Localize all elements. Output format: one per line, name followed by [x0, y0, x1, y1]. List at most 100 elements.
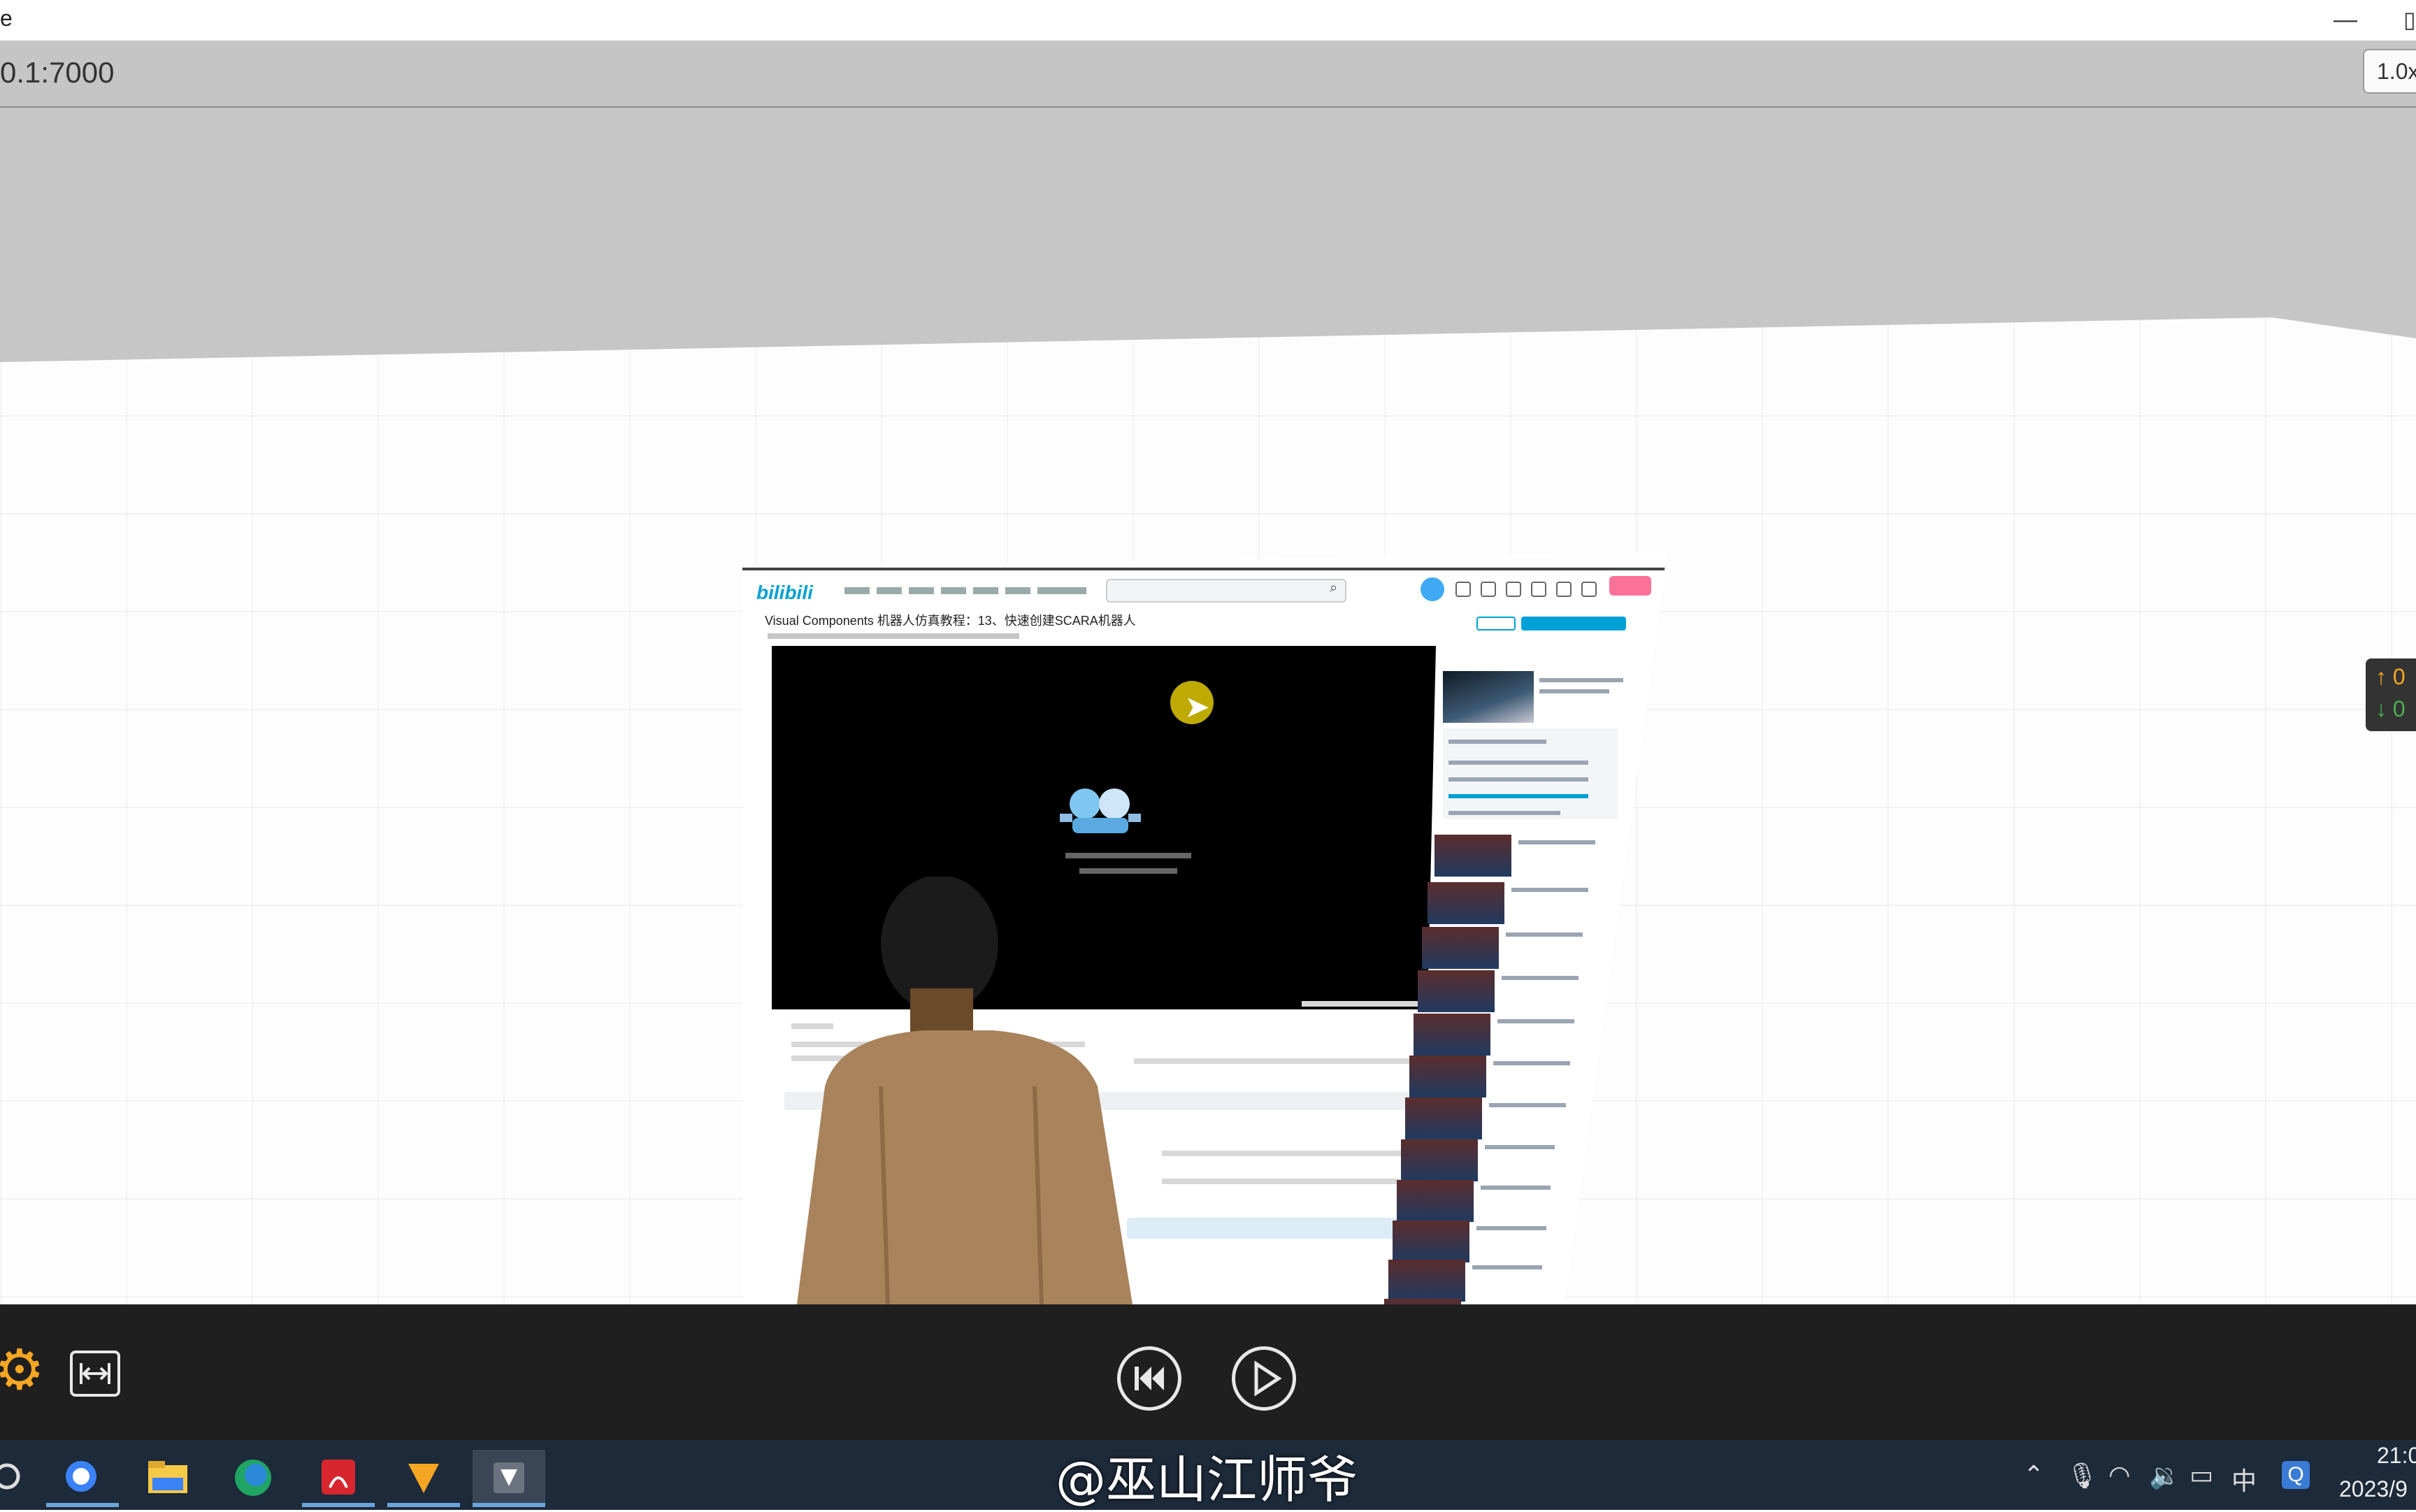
- nav-icon[interactable]: [1506, 582, 1521, 597]
- recommend-thumb[interactable]: [1405, 1097, 1482, 1139]
- playlist-item[interactable]: [1448, 777, 1588, 782]
- nav-item[interactable]: [844, 587, 870, 594]
- battery-icon[interactable]: ▭: [2190, 1461, 2213, 1490]
- search-icon[interactable]: ⌕: [1330, 580, 1337, 596]
- nav-item[interactable]: [909, 587, 934, 594]
- playlist-title: [1448, 740, 1546, 744]
- recommend-thumb[interactable]: [1434, 835, 1511, 877]
- nav-icon[interactable]: [1531, 582, 1546, 597]
- nav-item[interactable]: [941, 587, 966, 594]
- play-glyph: [1254, 1360, 1282, 1397]
- nav-icon[interactable]: [1455, 582, 1471, 597]
- recommend-title[interactable]: [1506, 933, 1583, 937]
- screen-frame-edge: [742, 568, 1665, 570]
- recommend-title[interactable]: [1472, 1265, 1542, 1269]
- url-field[interactable]: 0.1:7000: [0, 56, 115, 89]
- comment-line: [1162, 1179, 1400, 1184]
- fit-width-icon[interactable]: [70, 1351, 120, 1397]
- loading-mascot-icon: [1060, 789, 1141, 833]
- sidebar-featured-thumb[interactable]: [1443, 671, 1534, 723]
- play-icon[interactable]: [1232, 1346, 1296, 1411]
- skip-back-icon[interactable]: [1117, 1346, 1181, 1411]
- active-app-icon[interactable]: [473, 1450, 545, 1507]
- site-search-input[interactable]: [1106, 579, 1346, 603]
- recommend-thumb[interactable]: [1409, 1056, 1486, 1097]
- gear-icon[interactable]: ⚙: [0, 1342, 45, 1398]
- recommend-title[interactable]: [1518, 840, 1595, 844]
- tag-row[interactable]: [1134, 1058, 1428, 1064]
- vc-app-icon[interactable]: [387, 1450, 460, 1507]
- mouse-cursor-icon: ➤: [1184, 690, 1210, 724]
- recommend-thumb[interactable]: [1401, 1139, 1478, 1181]
- network-speed-badge: ↑ 0 ↓ 0: [2366, 658, 2416, 731]
- file-explorer-icon[interactable]: [131, 1450, 204, 1507]
- avatar[interactable]: [1421, 577, 1444, 601]
- recommend-title[interactable]: [1511, 888, 1588, 892]
- clock-date[interactable]: 2023/9: [2339, 1476, 2408, 1502]
- recommend-thumb[interactable]: [1388, 1260, 1465, 1302]
- watermark-text: @巫山江师爷: [1056, 1450, 1358, 1509]
- edge-browser-icon[interactable]: [217, 1450, 289, 1507]
- sidebar-text: [1539, 678, 1623, 682]
- ime-indicator[interactable]: 中: [2231, 1461, 2257, 1497]
- wifi-icon[interactable]: ◠: [2108, 1461, 2130, 1490]
- video-title: Visual Components 机器人仿真教程：13、快速创建SCARA机器…: [765, 614, 1136, 628]
- zoom-button[interactable]: 1.0x: [2363, 49, 2416, 94]
- pdf-glyph: [322, 1460, 355, 1495]
- search-app-icon[interactable]: [46, 1450, 119, 1507]
- download-speed: ↓ 0: [2375, 696, 2406, 721]
- recommend-title[interactable]: [1489, 1103, 1566, 1107]
- playlist-panel[interactable]: [1443, 728, 1618, 819]
- nav-item[interactable]: [1005, 587, 1030, 594]
- chevron-up-icon[interactable]: ⌃: [2023, 1461, 2044, 1490]
- playlist-item-active[interactable]: [1448, 794, 1588, 798]
- input-method-icon[interactable]: Q: [2282, 1461, 2310, 1489]
- skip-back-glyph: [1135, 1367, 1164, 1390]
- start-icon[interactable]: [0, 1450, 38, 1507]
- recommend-title[interactable]: [1502, 976, 1579, 980]
- nav-icon[interactable]: [1556, 582, 1572, 597]
- start-glyph: [0, 1463, 20, 1490]
- clock-time[interactable]: 21:01: [2377, 1443, 2416, 1469]
- recommend-title[interactable]: [1476, 1226, 1546, 1230]
- avatar-character: [797, 877, 1132, 1304]
- nav-icon[interactable]: [1581, 582, 1597, 597]
- loading-text: [1079, 868, 1177, 874]
- folder-glyph: [148, 1461, 187, 1493]
- recommend-thumb[interactable]: [1397, 1180, 1474, 1222]
- active-app-glyph: [494, 1462, 524, 1493]
- recommend-title[interactable]: [1481, 1186, 1551, 1190]
- charge-button[interactable]: [1476, 617, 1516, 631]
- recommend-thumb[interactable]: [1422, 927, 1499, 969]
- recommend-thumb[interactable]: [1428, 882, 1504, 924]
- window-titlebar: e — ▯: [0, 0, 2416, 41]
- recommend-title[interactable]: [1493, 1061, 1570, 1065]
- microphone-icon[interactable]: 🎙: [2066, 1461, 2099, 1490]
- nav-item[interactable]: [973, 587, 998, 594]
- recommend-title[interactable]: [1497, 1019, 1574, 1023]
- bilibili-logo[interactable]: bilibili: [756, 582, 813, 604]
- recommend-thumb[interactable]: [1384, 1299, 1461, 1304]
- recommend-title[interactable]: [1485, 1145, 1555, 1149]
- 3d-viewport[interactable]: bilibili ⌕ Visual Components 机器人仿真教程：13、…: [0, 108, 2416, 1304]
- minimize-button[interactable]: —: [2328, 4, 2363, 35]
- pdf-reader-icon[interactable]: [302, 1450, 375, 1507]
- volume-icon[interactable]: 🔉: [2149, 1461, 2180, 1490]
- window-title: e: [0, 6, 13, 31]
- follow-button[interactable]: [1521, 617, 1626, 631]
- recommend-thumb[interactable]: [1418, 970, 1495, 1012]
- maximize-button[interactable]: ▯: [2403, 4, 2416, 35]
- video-meta: [768, 633, 1019, 639]
- nav-item[interactable]: [877, 587, 902, 594]
- recommend-thumb[interactable]: [1393, 1221, 1469, 1262]
- loading-text: [1065, 853, 1191, 858]
- playlist-item[interactable]: [1448, 811, 1560, 815]
- upload-button[interactable]: [1609, 576, 1651, 596]
- nav-item[interactable]: [1037, 587, 1086, 594]
- playlist-item[interactable]: [1448, 761, 1588, 765]
- edge-glyph: [235, 1460, 271, 1496]
- recommend-thumb[interactable]: [1414, 1014, 1490, 1056]
- player-stats: [1302, 1001, 1428, 1007]
- nav-icon[interactable]: [1481, 582, 1496, 597]
- sidebar-text: [1539, 689, 1609, 693]
